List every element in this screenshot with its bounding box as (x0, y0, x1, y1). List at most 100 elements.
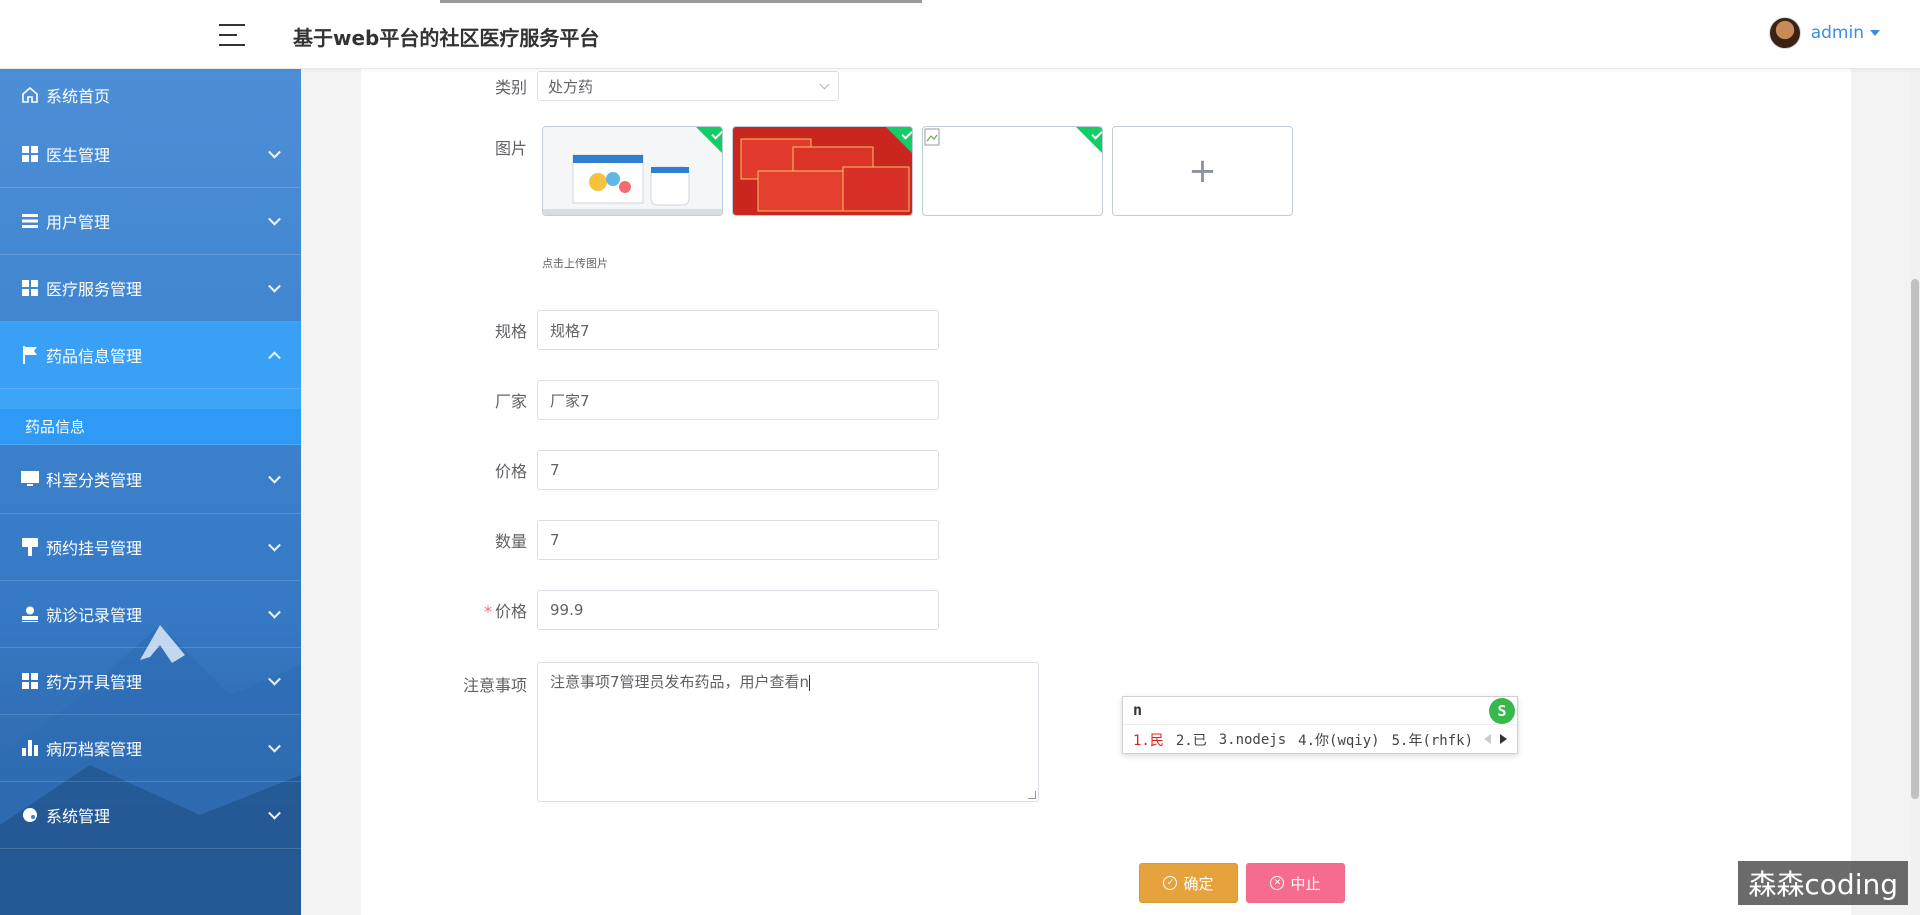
resize-handle[interactable] (1028, 791, 1036, 799)
check-circle-icon: ✓ (1163, 876, 1178, 890)
menu-toggle-icon[interactable] (219, 24, 245, 46)
sidebar: 系统首页 医生管理 用户管理 医疗服务管理 药品信息管理 药品信息 科室分类管理 (0, 69, 301, 915)
sidebar-item-drug-info-management[interactable]: 药品信息管理 (0, 322, 301, 389)
required-mark: * (483, 602, 492, 621)
sidebar-subitem-drug-info[interactable]: 药品信息 (0, 409, 301, 445)
chevron-down-icon (268, 739, 281, 753)
ime-candidate[interactable]: 1.民 (1133, 730, 1164, 750)
ime-candidate[interactable]: 2.已 (1176, 730, 1207, 750)
ime-prev-page-icon[interactable] (1484, 734, 1491, 744)
ime-candidate-window: n S 1.民 2.已 3.nodejs 4.你(wqiy) 5.年(rhfk) (1122, 696, 1518, 754)
ime-candidate[interactable]: 5.年(rhfk) (1392, 730, 1473, 750)
upload-success-icon (695, 127, 722, 154)
uploaded-image-2[interactable] (732, 126, 913, 216)
quantity-label: 数量 (494, 532, 527, 551)
chevron-down-icon (268, 212, 281, 226)
stop-label: 中止 (1290, 874, 1321, 893)
chevron-down-icon (268, 605, 281, 619)
ime-logo-icon: S (1489, 698, 1515, 724)
price-input[interactable]: 7 (537, 450, 939, 490)
notes-textarea[interactable]: 注意事项7管理员发布药品，用户查看n (537, 662, 1039, 802)
chevron-down-icon (268, 145, 281, 159)
spec-input[interactable]: 规格7 (537, 310, 939, 350)
avatar (1768, 17, 1801, 49)
sidebar-item-system[interactable]: 系统管理 (0, 782, 301, 849)
form-row-spec: 规格 规格7 (361, 310, 939, 350)
ime-next-page-icon[interactable] (1500, 734, 1507, 744)
ime-composition: n (1123, 697, 1517, 725)
submenu-spacer (0, 389, 301, 409)
sidebar-item-label: 用户管理 (46, 213, 111, 232)
sidebar-item-label: 药方开具管理 (46, 673, 143, 692)
notes-text: 注意事项7管理员发布药品，用户查看n (550, 673, 810, 691)
category-value: 处方药 (548, 77, 594, 96)
sidebar-item-label: 病历档案管理 (46, 740, 143, 759)
chevron-down-icon (268, 470, 281, 484)
form-row-images: 图片 (361, 135, 537, 159)
price-label: 价格 (494, 462, 527, 481)
price-required-label: * 价格 (361, 598, 537, 622)
quantity-input[interactable]: 7 (537, 520, 939, 560)
confirm-button[interactable]: ✓ 确定 (1139, 863, 1238, 903)
list-icon (20, 211, 40, 231)
images-label: 图片 (494, 139, 527, 158)
manufacturer-input[interactable]: 厂家7 (537, 380, 939, 420)
sidebar-item-label: 系统首页 (46, 87, 111, 106)
upload-success-icon (885, 127, 912, 154)
monitor-icon (20, 469, 40, 489)
close-circle-icon: ✕ (1270, 876, 1285, 890)
form-card: 类别 处方药 图片 + 点击上传图片 规格 规格7 厂家 厂家7 价格 7 数量… (361, 69, 1851, 915)
main-content: 类别 处方药 图片 + 点击上传图片 规格 规格7 厂家 厂家7 价格 7 数量… (301, 69, 1920, 915)
category-select[interactable]: 处方药 (537, 71, 839, 101)
notes-label: 注意事项 (462, 676, 527, 695)
manufacturer-label: 厂家 (494, 392, 527, 411)
sidebar-item-label: 就诊记录管理 (46, 606, 143, 625)
ime-candidates: 1.民 2.已 3.nodejs 4.你(wqiy) 5.年(rhfk) (1123, 725, 1517, 754)
user-menu[interactable]: admin (1768, 17, 1880, 49)
uploaded-image-1[interactable] (542, 126, 723, 216)
form-row-notes: 注意事项 注意事项7管理员发布药品，用户查看n (361, 662, 1039, 802)
text-cursor (809, 674, 811, 691)
page-scrollbar[interactable] (1910, 69, 1920, 915)
sidebar-item-label: 医疗服务管理 (46, 280, 143, 299)
stop-button[interactable]: ✕ 中止 (1246, 863, 1345, 903)
chevron-down-icon (268, 672, 281, 686)
grid-icon (20, 671, 40, 691)
ime-candidate[interactable]: 4.你(wqiy) (1298, 730, 1379, 750)
home-icon (20, 85, 40, 105)
sidebar-item-department-categories[interactable]: 科室分类管理 (0, 445, 301, 514)
ime-candidate[interactable]: 3.nodejs (1219, 732, 1286, 748)
sidebar-item-users[interactable]: 用户管理 (0, 188, 301, 255)
sidebar-item-medical-records[interactable]: 病历档案管理 (0, 715, 301, 782)
sidebar-item-prescriptions[interactable]: 药方开具管理 (0, 648, 301, 715)
sidebar-item-label: 医生管理 (46, 146, 111, 165)
upload-success-icon (1075, 127, 1102, 154)
flag-icon (20, 345, 40, 365)
sidebar-item-medical-services[interactable]: 医疗服务管理 (0, 255, 301, 322)
add-image-button[interactable]: + (1112, 126, 1293, 216)
uploaded-image-3-broken[interactable] (922, 126, 1103, 216)
app-title: 基于web平台的社区医疗服务平台 (293, 26, 600, 50)
grid-icon (20, 278, 40, 298)
loading-bar (440, 0, 922, 3)
chevron-down-icon (819, 79, 830, 89)
form-row-quantity: 数量 7 (361, 520, 939, 560)
stamp-icon (20, 604, 40, 624)
grid-icon (20, 144, 40, 164)
sidebar-item-label: 科室分类管理 (46, 471, 143, 490)
price-required-label-text: 价格 (494, 602, 527, 621)
chevron-down-icon (268, 806, 281, 820)
sidebar-item-visit-records[interactable]: 就诊记录管理 (0, 581, 301, 648)
form-row-manufacturer: 厂家 厂家7 (361, 380, 939, 420)
caret-down-icon (1870, 30, 1880, 36)
chevron-down-icon (268, 538, 281, 552)
sidebar-menu: 系统首页 医生管理 用户管理 医疗服务管理 药品信息管理 药品信息 科室分类管理 (0, 69, 301, 849)
scrollbar-thumb[interactable] (1911, 279, 1919, 799)
sidebar-item-label: 预约挂号管理 (46, 539, 143, 558)
sidebar-item-home[interactable]: 系统首页 (0, 69, 301, 121)
form-row-category: 类别 处方药 (361, 71, 839, 101)
watermark: 森森coding (1738, 861, 1908, 905)
price-required-input[interactable]: 99.9 (537, 590, 939, 630)
sidebar-item-doctors[interactable]: 医生管理 (0, 121, 301, 188)
sidebar-item-appointments[interactable]: 预约挂号管理 (0, 514, 301, 581)
